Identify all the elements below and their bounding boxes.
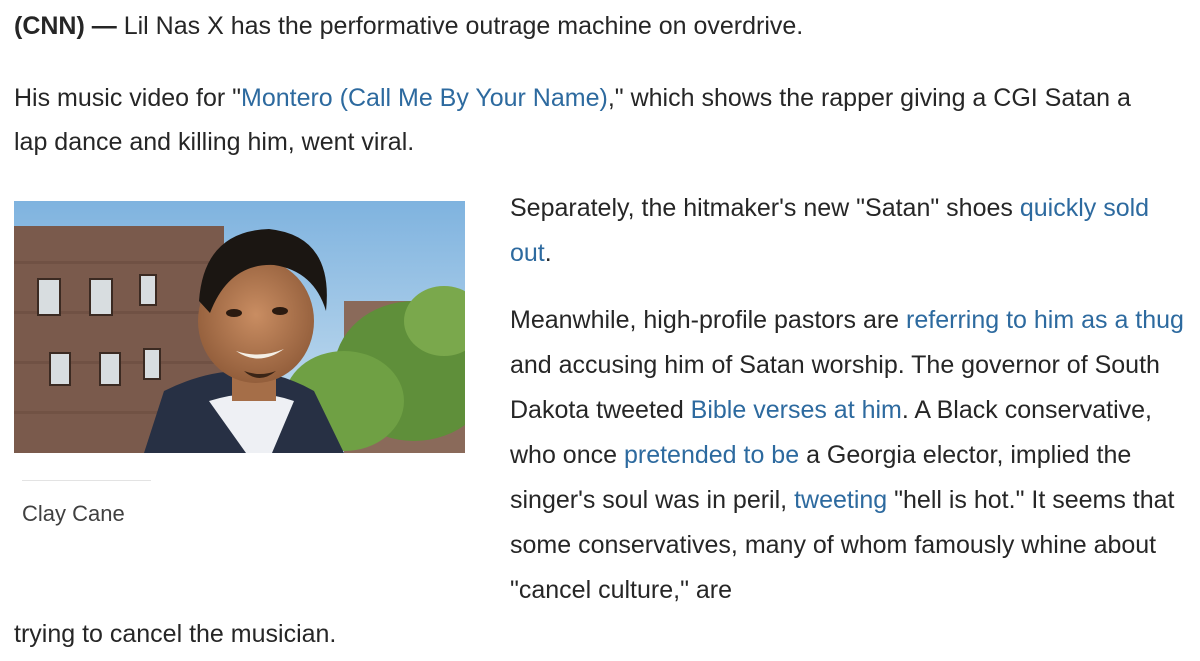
paragraph-text: His music video for " [14, 84, 241, 112]
paragraph-montero: His music video for "Montero (Call Me By… [14, 76, 1164, 164]
side-text-column: Separately, the hitmaker's new "Satan" s… [510, 186, 1190, 613]
author-figure: Clay Cane [14, 201, 465, 526]
article-body: (CNN) — Lil Nas X has the performative o… [0, 0, 1200, 661]
paragraph-shoes: Separately, the hitmaker's new "Satan" s… [510, 186, 1190, 276]
paragraph-backlash: Meanwhile, high-profile pastors are refe… [510, 298, 1190, 613]
caption-divider [22, 480, 151, 481]
paragraph-text: . [544, 239, 552, 267]
bible-verses-link[interactable]: Bible verses at him [691, 396, 902, 424]
photo-caption: Clay Cane [22, 501, 125, 526]
dateline: (CNN) — [14, 12, 117, 40]
lead-paragraph: (CNN) — Lil Nas X has the performative o… [14, 8, 1194, 44]
thug-link[interactable]: referring to him as a thug [906, 306, 1184, 334]
paragraph-text: Separately, the hitmaker's new "Satan" s… [510, 194, 1020, 222]
lead-text: Lil Nas X has the performative outrage m… [116, 12, 804, 40]
paragraph-continuation: trying to cancel the musician. [14, 620, 337, 648]
montero-video-link[interactable]: Montero (Call Me By Your Name) [241, 84, 608, 112]
tweeting-link[interactable]: tweeting [794, 486, 887, 514]
pretended-link[interactable]: pretended to be [624, 441, 799, 469]
paragraph-text: Meanwhile, high-profile pastors are [510, 306, 907, 334]
author-photo [14, 201, 465, 453]
